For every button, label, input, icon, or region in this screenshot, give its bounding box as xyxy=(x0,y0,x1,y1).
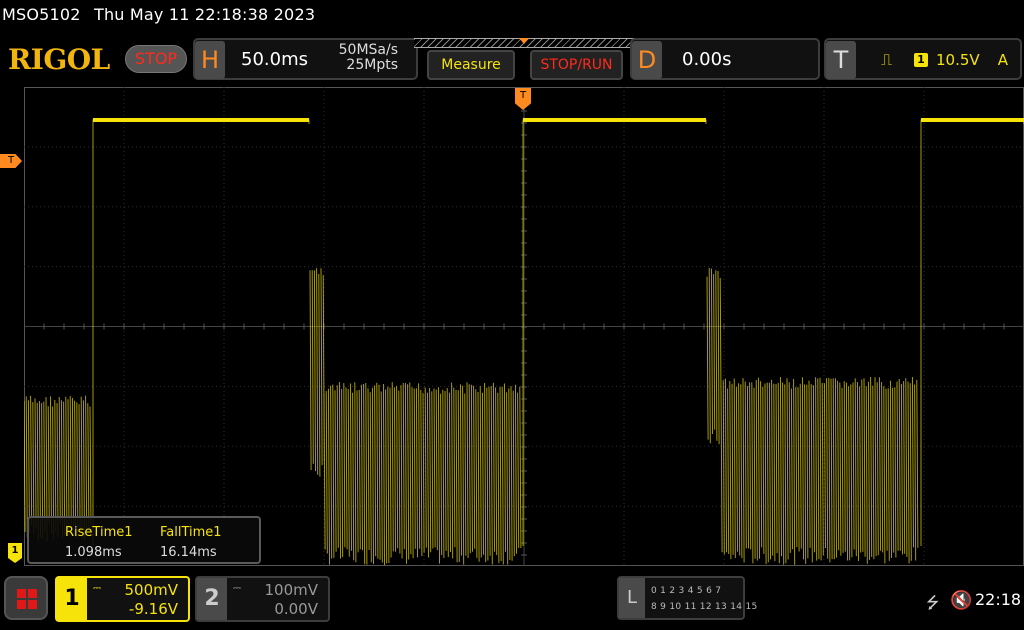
channel-1-panel[interactable]: 1 ⎓ 500mV -9.16V xyxy=(55,576,190,622)
status-line: MSO5102 Thu May 11 22:18:38 2023 xyxy=(2,5,315,24)
bottom-bar: 1 ⎓ 500mV -9.16V 2 ⎓ 100mV 0.00V L 0 1 2… xyxy=(0,570,1024,630)
logic-label: L xyxy=(619,578,645,618)
logic-channels-low: 0 1 2 3 4 5 6 7 xyxy=(651,586,722,596)
measurement-name: RiseTime1 xyxy=(65,525,133,540)
model-name: MSO5102 xyxy=(2,5,81,24)
channel-1-offset: -9.16V xyxy=(128,600,178,618)
logic-analyzer-panel[interactable]: L 0 1 2 3 4 5 6 7 8 9 10 11 12 13 14 15 xyxy=(617,576,757,620)
trigger-source: 1 xyxy=(914,53,928,67)
measurement-item: FallTime1 16.14ms xyxy=(160,523,222,563)
horizontal-label: H xyxy=(195,41,225,79)
dc-coupling-icon: ⎓ xyxy=(93,583,101,594)
logic-channels-high: 8 9 10 11 12 13 14 15 xyxy=(651,602,758,612)
horizontal-panel[interactable]: H 50.0ms 50MSa/s 25Mpts xyxy=(193,38,418,80)
channel-1-scale: 500mV xyxy=(124,581,178,599)
channel-2-label: 2 xyxy=(197,578,227,620)
trigger-mode: A xyxy=(997,51,1008,69)
delay-panel[interactable]: D 0.00s xyxy=(630,38,820,80)
measurement-value: 1.098ms xyxy=(65,545,122,560)
timebase-value: 50.0ms xyxy=(241,49,308,70)
trigger-level-marker[interactable]: T xyxy=(0,154,22,168)
memory-depth: 25Mpts xyxy=(346,57,398,73)
ch1-offset-marker[interactable]: 1 xyxy=(8,543,22,563)
usb-icon: ⭍ xyxy=(926,593,940,612)
graticule xyxy=(24,87,1024,566)
rising-edge-icon: ⎍ xyxy=(881,50,893,69)
delay-value: 0.00s xyxy=(682,49,732,70)
run-state-badge[interactable]: STOP xyxy=(125,45,187,73)
delay-label: D xyxy=(632,41,662,79)
acquisition-info: 50MSa/s 25Mpts xyxy=(339,43,398,73)
measurement-value: 16.14ms xyxy=(160,545,217,560)
channel-2-scale: 100mV xyxy=(264,581,318,599)
measure-button[interactable]: Measure xyxy=(427,50,515,80)
waveform-display[interactable] xyxy=(24,87,1024,566)
rigol-logo: RIGOL xyxy=(8,43,110,76)
stop-run-button[interactable]: STOP/RUN xyxy=(530,50,623,80)
trigger-panel[interactable]: T ⎍ 1 10.5V A xyxy=(824,38,1022,80)
measurement-name: FallTime1 xyxy=(160,525,222,540)
dc-coupling-icon: ⎓ xyxy=(233,583,241,594)
header-bar: RIGOL STOP H 50.0ms 50MSa/s 25Mpts Measu… xyxy=(0,36,1024,84)
date-time: Thu May 11 22:18:38 2023 xyxy=(93,5,316,24)
channel-2-panel[interactable]: 2 ⎓ 100mV 0.00V xyxy=(195,576,330,622)
channel-2-offset: 0.00V xyxy=(274,600,318,618)
speaker-muted-icon[interactable]: 🔇 xyxy=(950,590,972,611)
trigger-position-marker xyxy=(519,38,529,44)
main-menu-button[interactable] xyxy=(4,576,48,620)
channel-1-label: 1 xyxy=(57,578,87,620)
sample-rate: 50MSa/s xyxy=(338,42,398,58)
measurement-readout[interactable]: RiseTime1 1.098ms FallTime1 16.14ms xyxy=(27,516,261,564)
trigger-label: T xyxy=(826,41,856,79)
system-clock: 22:18 xyxy=(975,590,1022,609)
measurement-item: RiseTime1 1.098ms xyxy=(65,523,133,563)
menu-grid-icon xyxy=(17,589,26,598)
trigger-level: 10.5V xyxy=(936,51,980,69)
